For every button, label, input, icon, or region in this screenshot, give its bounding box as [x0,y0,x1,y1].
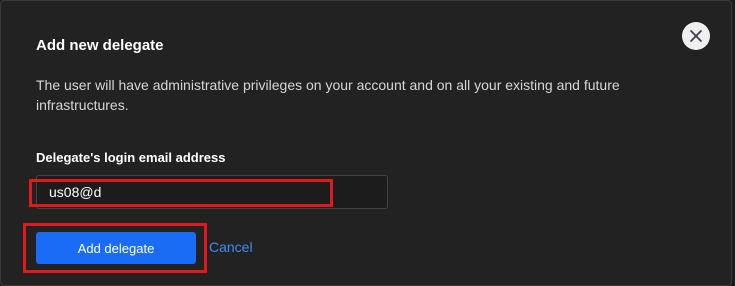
cancel-link[interactable]: Cancel [209,239,253,255]
email-field[interactable] [36,175,388,209]
close-button[interactable] [682,22,710,50]
dialog-title: Add new delegate [36,37,164,54]
add-delegate-button[interactable]: Add delegate [36,232,196,264]
dialog-description: The user will have administrative privil… [36,77,620,113]
email-field-label: Delegate's login email address [36,150,226,165]
add-delegate-dialog: Add new delegate The user will have admi… [0,0,732,286]
close-icon [689,29,703,43]
